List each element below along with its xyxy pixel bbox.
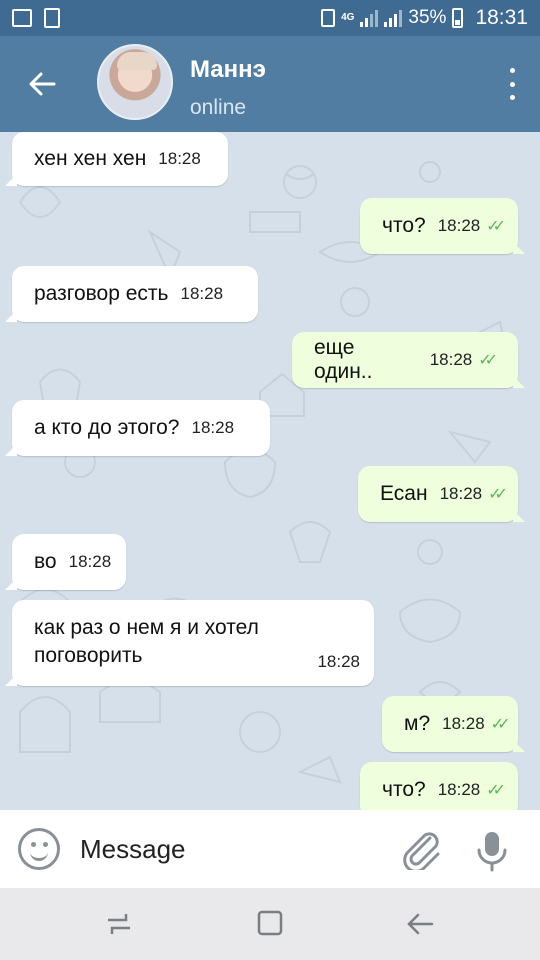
message-text: разговор есть [34, 282, 169, 305]
message-bubble-incoming[interactable]: как раз о нем я и хотел поговорить 18:28 [5, 600, 374, 686]
contact-status: online [190, 96, 247, 119]
message-bubble-incoming[interactable]: разговор есть 18:28 [5, 266, 258, 322]
read-receipt-icon: ✓✓ [478, 352, 498, 369]
voice-record-button[interactable] [474, 830, 510, 872]
emoji-icon[interactable] [18, 828, 60, 870]
message-time: 18:28 [68, 552, 112, 571]
attach-button[interactable] [400, 830, 444, 873]
back-button[interactable] [22, 64, 62, 104]
paperclip-icon [403, 832, 440, 873]
home-button[interactable] [254, 908, 294, 940]
message-time: 18:28 [429, 350, 473, 369]
microphone-icon [477, 832, 507, 872]
back-nav-button[interactable] [404, 908, 444, 940]
message-text: что? [382, 214, 426, 237]
message-bubble-outgoing[interactable]: что? 18:28 ✓✓ [360, 198, 525, 254]
message-list[interactable]: хен хен хен 18:28 что? 18:28 ✓✓ разговор… [0, 132, 540, 810]
message-text: во [34, 550, 57, 573]
arrow-left-icon [29, 72, 56, 96]
message-bubble-outgoing[interactable]: Есан 18:28 ✓✓ [358, 466, 525, 522]
message-text: как раз о нем я и хотел поговорить [34, 616, 259, 667]
compose-bar [0, 810, 540, 888]
signal-strength-2-icon [384, 9, 403, 27]
system-navigation-bar [0, 888, 540, 960]
message-bubble-incoming[interactable]: а кто до этого? 18:28 [5, 400, 270, 456]
gallery-notification-icon [12, 9, 32, 27]
battery-percent: 35% [408, 7, 447, 28]
status-bar: 4G 35% 18:31 [0, 0, 540, 36]
message-text: хен хен хен [34, 147, 147, 170]
document-notification-icon [44, 8, 60, 28]
signal-strength-icon [360, 9, 379, 27]
message-bubble-incoming[interactable]: во 18:28 [5, 534, 126, 590]
recent-apps-button[interactable] [104, 908, 144, 940]
read-receipt-icon: ✓✓ [488, 486, 508, 503]
back-arrow-icon [407, 913, 434, 935]
message-text: а кто до этого? [34, 416, 180, 439]
message-bubble-outgoing[interactable]: м? 18:28 ✓✓ [382, 696, 525, 752]
more-options-button[interactable] [502, 68, 522, 100]
message-time: 18:28 [437, 216, 481, 235]
message-text: что? [382, 778, 426, 801]
read-receipt-icon: ✓✓ [486, 218, 506, 235]
sim-card-icon [321, 9, 336, 27]
chat-header: Маннэ online [0, 36, 540, 132]
message-time: 18:28 [191, 418, 235, 437]
message-time: 18:28 [442, 714, 485, 733]
more-vert-icon [509, 68, 515, 73]
recent-apps-icon [108, 914, 130, 934]
message-bubble-incoming[interactable]: хен хен хен 18:28 [5, 132, 228, 186]
clock: 18:31 [475, 6, 528, 29]
network-type: 4G [341, 12, 355, 23]
message-input[interactable] [80, 830, 380, 868]
contact-name[interactable]: Маннэ [190, 56, 266, 84]
read-receipt-icon: ✓✓ [490, 716, 511, 733]
message-time: 18:28 [317, 652, 360, 671]
message-bubble-outgoing[interactable]: что? 18:28 ✓✓ [360, 762, 525, 810]
message-text: м? [404, 712, 431, 735]
message-time: 18:28 [439, 484, 483, 503]
contact-avatar[interactable] [97, 44, 173, 120]
message-time: 18:28 [158, 149, 201, 168]
message-time: 18:28 [437, 780, 481, 799]
home-icon [257, 910, 283, 936]
message-time: 18:28 [180, 284, 224, 303]
message-text: Есан [380, 482, 428, 505]
read-receipt-icon: ✓✓ [486, 782, 506, 799]
battery-icon [452, 8, 464, 28]
message-text: еще один.. [314, 336, 373, 383]
message-text-line: поговорить [34, 644, 143, 667]
message-bubble-outgoing[interactable]: еще один.. 18:28 ✓✓ [292, 332, 525, 388]
